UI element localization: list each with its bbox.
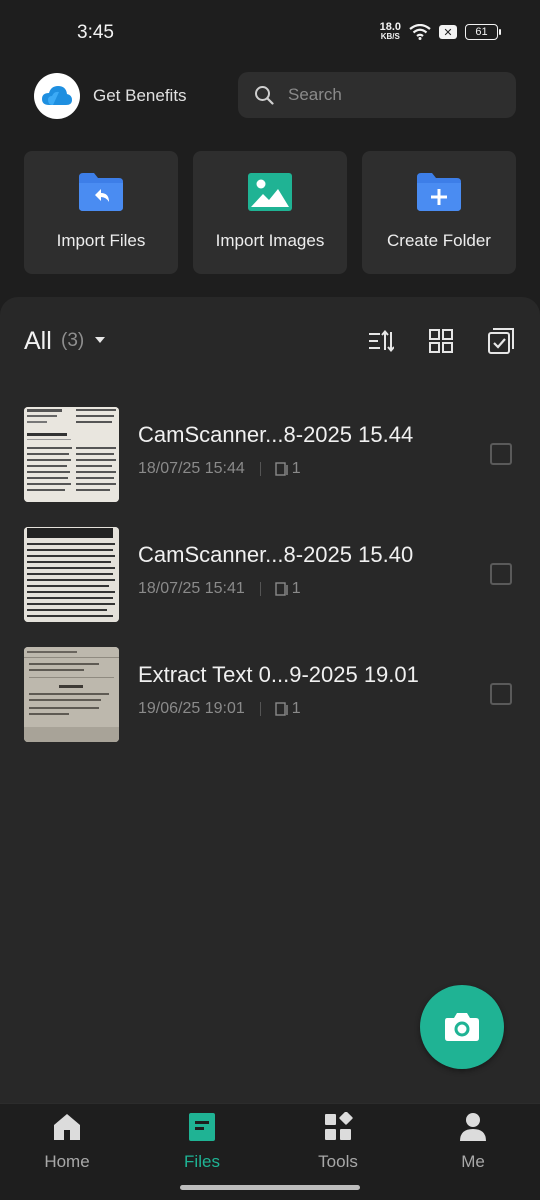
file-name: Extract Text 0...9-2025 19.01 [138, 662, 419, 687]
create-folder-button[interactable]: Create Folder [362, 151, 516, 274]
file-date: 18/07/25 15:44 [138, 460, 245, 477]
import-images-label: Import Images [215, 231, 325, 250]
nav-files[interactable]: Files [152, 1112, 252, 1172]
document-thumbnail [24, 407, 119, 502]
get-benefits-link[interactable]: Get Benefits [93, 86, 187, 106]
meta-divider [259, 702, 261, 716]
status-icons: 18.0 KB/S ✕ 61 [379, 21, 501, 42]
image-icon [248, 173, 292, 211]
meta-divider [259, 582, 261, 596]
search-bar[interactable] [238, 72, 516, 118]
file-name: CamScanner...8-2025 15.40 [138, 542, 414, 567]
status-bar: 3:45 18.0 KB/S ✕ 61 [0, 0, 540, 64]
grid-view-icon[interactable] [428, 328, 454, 354]
chevron-down-icon[interactable] [95, 337, 105, 343]
page-count: 1 [291, 580, 301, 597]
page-count: 1 [291, 460, 301, 477]
import-files-label: Import Files [56, 231, 146, 250]
search-input[interactable] [288, 85, 488, 105]
meta-divider [259, 462, 261, 476]
search-icon [255, 86, 274, 105]
person-icon [460, 1113, 486, 1141]
wifi-icon [409, 24, 431, 40]
nav-home-label: Home [44, 1152, 90, 1171]
create-folder-label: Create Folder [387, 231, 491, 250]
nav-files-label: Files [184, 1152, 220, 1171]
multi-select-icon[interactable] [488, 328, 514, 354]
list-item[interactable]: Extract Text 0...9-2025 19.01 19/06/25 1… [0, 637, 540, 757]
network-speed: 18.0 KB/S [379, 21, 401, 42]
page-count-icon [275, 462, 288, 476]
select-checkbox[interactable] [490, 563, 512, 585]
home-indicator[interactable] [180, 1185, 360, 1190]
file-date: 18/07/25 15:41 [138, 580, 245, 597]
file-count: (3) [61, 330, 85, 351]
tools-icon [325, 1112, 353, 1140]
file-name: CamScanner...8-2025 15.44 [138, 422, 414, 447]
quick-actions: Import Files Import Images Create Folder [24, 151, 516, 274]
cloud-avatar[interactable] [34, 73, 80, 119]
nav-me[interactable]: Me [423, 1112, 523, 1172]
battery-icon: 61 [465, 24, 501, 40]
file-meta: 18/07/25 15:44 1 [138, 460, 301, 478]
filter-title[interactable]: All [24, 327, 52, 356]
camera-button[interactable] [420, 985, 504, 1069]
document-thumbnail [24, 527, 119, 622]
folder-add-icon [417, 173, 461, 211]
cloud-icon [42, 86, 72, 105]
select-checkbox[interactable] [490, 683, 512, 705]
folder-import-icon [79, 173, 123, 211]
home-icon [54, 1114, 80, 1140]
files-panel: All (3) CamScanner...8-2025 15.44 18/07/… [0, 297, 540, 1103]
page-count-icon [275, 702, 288, 716]
sort-icon[interactable] [368, 328, 394, 354]
nav-home[interactable]: Home [17, 1112, 117, 1172]
nav-me-label: Me [461, 1152, 485, 1171]
file-meta: 18/07/25 15:41 1 [138, 580, 301, 598]
camera-icon [445, 1013, 479, 1041]
status-time: 3:45 [77, 22, 114, 43]
import-files-button[interactable]: Import Files [24, 151, 178, 274]
page-count-icon [275, 582, 288, 596]
import-images-button[interactable]: Import Images [193, 151, 347, 274]
nav-tools[interactable]: Tools [288, 1112, 388, 1172]
select-checkbox[interactable] [490, 443, 512, 465]
files-icon [189, 1113, 215, 1141]
nav-tools-label: Tools [318, 1152, 358, 1171]
document-thumbnail [24, 647, 119, 742]
no-sim-icon: ✕ [439, 25, 457, 39]
page-count: 1 [291, 700, 301, 717]
file-date: 19/06/25 19:01 [138, 700, 245, 717]
file-meta: 19/06/25 19:01 1 [138, 700, 301, 718]
list-item[interactable]: CamScanner...8-2025 15.40 18/07/25 15:41… [0, 517, 540, 637]
list-item[interactable]: CamScanner...8-2025 15.44 18/07/25 15:44… [0, 397, 540, 517]
